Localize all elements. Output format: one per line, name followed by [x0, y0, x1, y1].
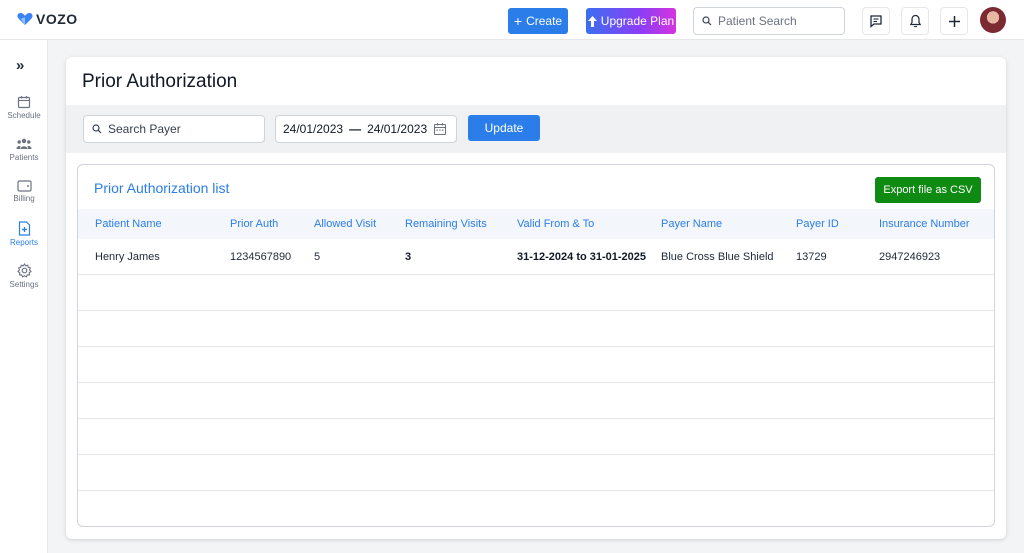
create-label: Create — [526, 14, 563, 28]
arrow-up-icon — [587, 15, 597, 27]
wallet-icon — [16, 180, 32, 192]
empty-table-row — [78, 275, 994, 311]
column-header-payer-id[interactable]: Payer ID — [796, 218, 839, 230]
column-header-patient-name[interactable]: Patient Name — [95, 218, 162, 230]
calendar-icon — [17, 96, 31, 109]
notifications-button[interactable] — [901, 7, 929, 35]
expand-sidebar-icon[interactable]: » — [16, 57, 24, 74]
chat-icon — [870, 15, 882, 28]
list-title: Prior Authorization list — [94, 180, 230, 196]
column-header-insurance-number[interactable]: Insurance Number — [879, 218, 970, 230]
cell-payer-id: 13729 — [796, 251, 827, 263]
search-icon — [702, 16, 712, 26]
sidebar-label: Patients — [9, 153, 39, 162]
export-csv-button[interactable]: Export file as CSV — [875, 177, 981, 203]
cell-prior-auth: 1234567890 — [230, 251, 292, 263]
gear-icon — [16, 263, 32, 278]
column-header-allowed-visit[interactable]: Allowed Visit — [314, 218, 376, 230]
column-header-valid-range[interactable]: Valid From & To — [517, 218, 594, 230]
user-avatar[interactable] — [980, 7, 1006, 33]
sidebar-label: Schedule — [7, 111, 41, 120]
cell-payer-name: Blue Cross Blue Shield — [661, 251, 774, 263]
sidebar-label: Billing — [13, 194, 35, 203]
empty-table-row — [78, 347, 994, 383]
sidebar-item-schedule[interactable]: Schedule — [0, 95, 48, 120]
cell-allowed-visit: 5 — [314, 251, 321, 263]
sidebar: » Schedule Patients Billing Reports Sett… — [0, 40, 48, 553]
cell-valid-range: 31-12-2024 to 31-01-2025 — [517, 251, 647, 263]
plus-icon — [948, 15, 960, 27]
column-header-remaining-visits[interactable]: Remaining Visits — [405, 218, 487, 230]
create-button[interactable]: + Create — [508, 8, 568, 34]
table-header: Patient Name Prior Auth Allowed Visit Re… — [78, 209, 994, 239]
sidebar-item-patients[interactable]: Patients — [0, 137, 48, 162]
search-icon — [92, 124, 102, 134]
brand-name: VOZO — [36, 11, 78, 27]
search-payer-placeholder: Search Payer — [108, 122, 181, 136]
plus-icon: + — [513, 13, 523, 29]
empty-table-row — [78, 455, 994, 491]
empty-table-row — [78, 419, 994, 455]
sidebar-item-billing[interactable]: Billing — [0, 179, 48, 203]
sidebar-item-reports[interactable]: Reports — [0, 221, 48, 247]
empty-table-row — [78, 383, 994, 419]
prior-authorization-card: Prior Authorization Search Payer 24/01/2… — [66, 57, 1006, 539]
column-header-payer-name[interactable]: Payer Name — [661, 218, 722, 230]
patients-icon — [16, 138, 32, 149]
top-bar: VOZO + Create Upgrade Plan Patient Searc… — [0, 0, 1024, 40]
upgrade-label: Upgrade Plan — [600, 14, 675, 28]
page-title: Prior Authorization — [82, 71, 238, 92]
cell-insurance-number: 2947246923 — [879, 251, 941, 263]
date-to: 24/01/2023 — [367, 122, 428, 136]
column-header-prior-auth[interactable]: Prior Auth — [230, 218, 278, 230]
sidebar-label: Settings — [9, 280, 39, 289]
messages-button[interactable] — [862, 7, 890, 35]
sidebar-label: Reports — [9, 238, 38, 247]
vozo-logo[interactable]: VOZO — [17, 11, 78, 27]
filter-bar: Search Payer 24/01/2023 — 24/01/2023 Upd… — [66, 105, 1006, 153]
add-button[interactable] — [940, 7, 968, 35]
cell-remaining-visits: 3 — [405, 251, 412, 263]
cell-patient-name: Henry James — [95, 251, 160, 263]
bell-icon — [909, 14, 921, 28]
search-payer-input[interactable]: Search Payer — [83, 115, 265, 143]
heart-logo-icon — [17, 13, 33, 25]
upgrade-plan-button[interactable]: Upgrade Plan — [586, 8, 676, 34]
sidebar-item-settings[interactable]: Settings — [0, 263, 48, 289]
prior-authorization-list: Prior Authorization list Export file as … — [77, 164, 995, 527]
empty-table-row — [78, 311, 994, 347]
calendar-icon[interactable] — [433, 122, 447, 136]
report-icon — [18, 221, 30, 236]
table-row[interactable]: Henry James 1234567890 5 3 31-12-2024 to… — [78, 239, 994, 275]
patient-search-placeholder: Patient Search — [718, 14, 797, 28]
patient-search-input[interactable]: Patient Search — [693, 7, 845, 35]
date-range-picker[interactable]: 24/01/2023 — 24/01/2023 — [275, 115, 457, 143]
date-from: 24/01/2023 — [283, 122, 344, 136]
update-button[interactable]: Update — [468, 115, 540, 141]
date-separator: — — [349, 122, 362, 136]
